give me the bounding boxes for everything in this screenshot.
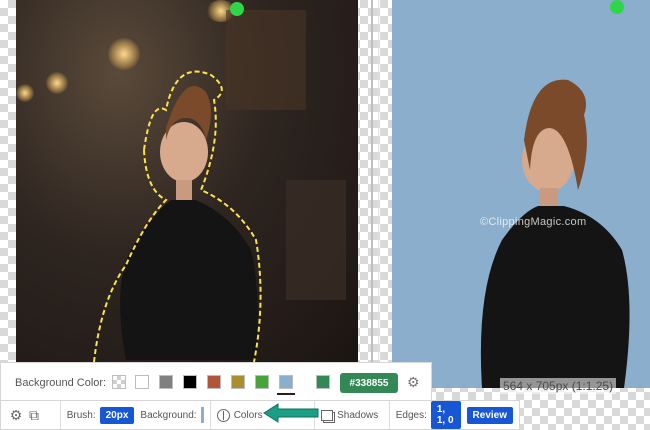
custom-color-swatch[interactable] [316, 375, 330, 389]
background-color-panel: Background Color: #338855 ⚙ [0, 362, 432, 402]
subject-silhouette [93, 10, 346, 362]
original-image[interactable] [16, 0, 358, 362]
white-swatch[interactable] [135, 375, 149, 389]
result-image[interactable] [392, 0, 650, 388]
edges-button[interactable]: 1, 1, 0 [430, 401, 461, 429]
colors-icon [216, 408, 230, 422]
gear-icon[interactable]: ⚙ [7, 407, 25, 424]
gear-icon[interactable]: ⚙ [407, 375, 421, 389]
rust-swatch[interactable] [207, 375, 221, 389]
toolbar-brush-group: Brush: 20px Background: [61, 401, 211, 429]
colors-label: Colors [233, 409, 263, 421]
shadows-icon [321, 409, 334, 421]
transparent-swatch[interactable] [112, 375, 126, 389]
light-blue-swatch[interactable] [279, 375, 293, 389]
brush-size-button[interactable]: 20px [99, 406, 135, 424]
toolbar-edges-group: Edges: 1, 1, 0 Review [390, 401, 519, 429]
crop-export-icon[interactable]: ⧉ [25, 407, 43, 424]
background-color-chip[interactable] [200, 407, 204, 423]
watermark-text: ©ClippingMagic.com [480, 216, 587, 228]
green-swatch[interactable] [255, 375, 269, 389]
gray-swatch[interactable] [159, 375, 173, 389]
toolbar-settings-group: ⚙ ⧉ [1, 401, 61, 429]
image-size-readout: 564 x 705px (1:1.25) [500, 378, 617, 394]
marker-dot[interactable] [610, 0, 624, 14]
edges-label: Edges: [395, 409, 427, 421]
review-button[interactable]: Review [466, 406, 513, 424]
background-color-label: Background Color: [15, 377, 107, 389]
shadows-tab[interactable]: Shadows [315, 401, 390, 429]
selected-swatch-indicator [277, 393, 295, 395]
marker-dot[interactable] [230, 2, 244, 16]
cutout-subject [480, 79, 630, 388]
annotation-arrow [263, 403, 319, 423]
bottom-toolbar: ⚙ ⧉ Brush: 20px Background: Colors Shado… [0, 400, 520, 430]
background-label: Background: [140, 409, 197, 421]
black-swatch[interactable] [183, 375, 197, 389]
custom-hex-button[interactable]: #338855 [340, 373, 398, 393]
brush-label: Brush: [66, 409, 96, 421]
shadows-label: Shadows [337, 409, 379, 421]
olive-swatch[interactable] [231, 375, 245, 389]
